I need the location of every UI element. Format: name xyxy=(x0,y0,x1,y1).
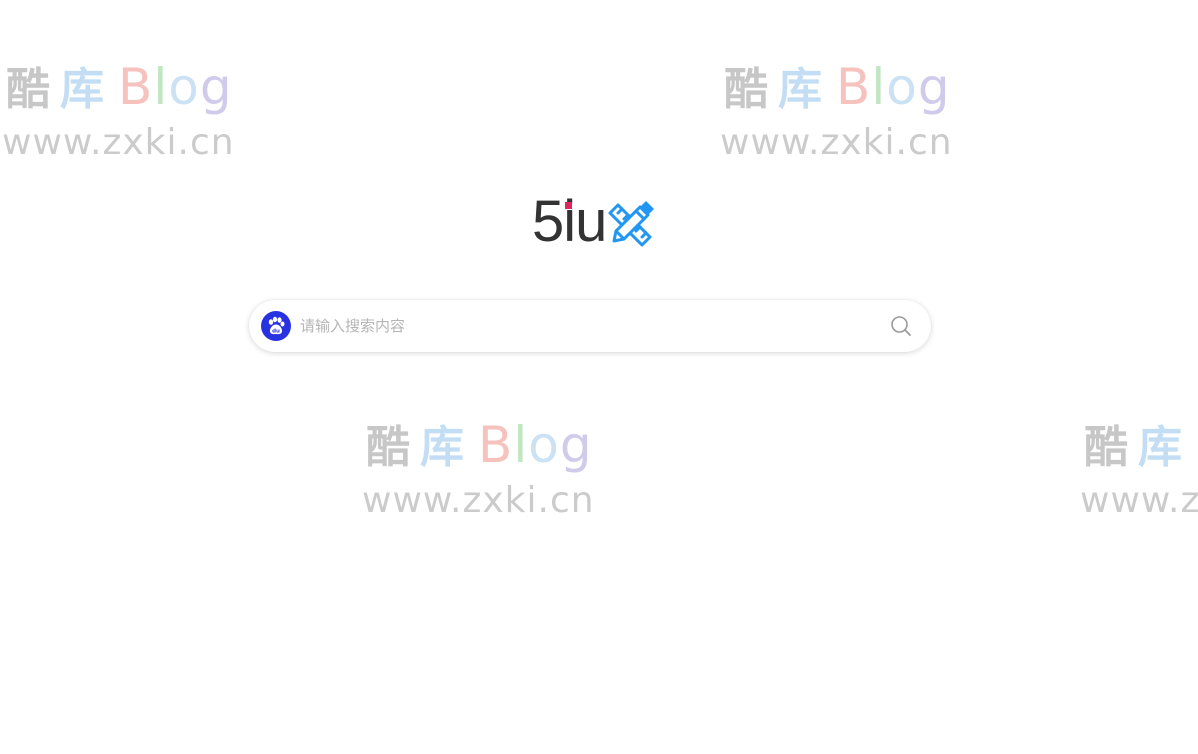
watermark-letter: l xyxy=(871,58,887,116)
watermark-brand: 酷库Blog xyxy=(724,56,951,118)
watermark: 酷库Blog www.zxki.cn xyxy=(360,414,600,524)
search-input[interactable] xyxy=(300,306,887,346)
watermark-letter: o xyxy=(168,58,200,116)
search-icon[interactable] xyxy=(887,312,915,340)
watermark-brand: 酷库Blog xyxy=(1084,414,1198,476)
watermark-char: 库 xyxy=(1138,422,1182,473)
svg-text:du: du xyxy=(272,329,280,335)
page: 酷库 Blog www.zxki.cn 酷库 Blog www.zxki.cn 酷库… xyxy=(0,0,1198,754)
watermark-char: 库 xyxy=(60,64,104,115)
site-logo[interactable]: 5i u xyxy=(532,189,655,254)
watermark-letter: l xyxy=(153,58,169,116)
watermark-char: 酷 xyxy=(724,64,768,115)
logo-text-u: u xyxy=(575,189,607,254)
logo-i-dot xyxy=(565,202,573,209)
watermark-char: 酷 xyxy=(6,64,50,115)
watermark: 酷库Blog www.zxki.cn xyxy=(1078,414,1198,524)
watermark-letter: B xyxy=(118,58,154,116)
watermark-brand: 酷库Blog xyxy=(366,414,593,476)
search-bar: du xyxy=(249,300,931,352)
logo-text-five: 5 xyxy=(532,189,564,254)
watermark-letter: B xyxy=(836,58,872,116)
watermark-letter: o xyxy=(528,416,560,474)
watermark-char: 库 xyxy=(420,422,464,473)
watermark-char: 酷 xyxy=(1084,422,1128,473)
watermark-url: www.zxki.cn xyxy=(1080,480,1198,521)
watermark: 酷库Blog www.zxki.cn xyxy=(0,56,240,166)
watermark-char: 酷 xyxy=(366,422,410,473)
watermark: 酷库Blog www.zxki.cn xyxy=(718,56,958,166)
baidu-paw-icon[interactable]: du xyxy=(261,311,291,341)
watermark-char: 库 xyxy=(778,64,822,115)
watermark-url: www.zxki.cn xyxy=(362,480,595,521)
watermark-letter: l xyxy=(513,416,529,474)
watermark-letter: B xyxy=(478,416,514,474)
watermark-letter: g xyxy=(199,58,233,116)
watermark-letter: g xyxy=(917,58,951,116)
pencil-ruler-icon xyxy=(608,201,655,247)
watermark-url: www.zxki.cn xyxy=(2,122,235,163)
logo-text: 5i u xyxy=(532,189,607,254)
logo-text-i: i xyxy=(563,189,576,254)
watermark-brand: 酷库Blog xyxy=(6,56,233,118)
watermark-letter: g xyxy=(559,416,593,474)
watermark-url: www.zxki.cn xyxy=(720,122,953,163)
watermark-letter: o xyxy=(886,58,918,116)
